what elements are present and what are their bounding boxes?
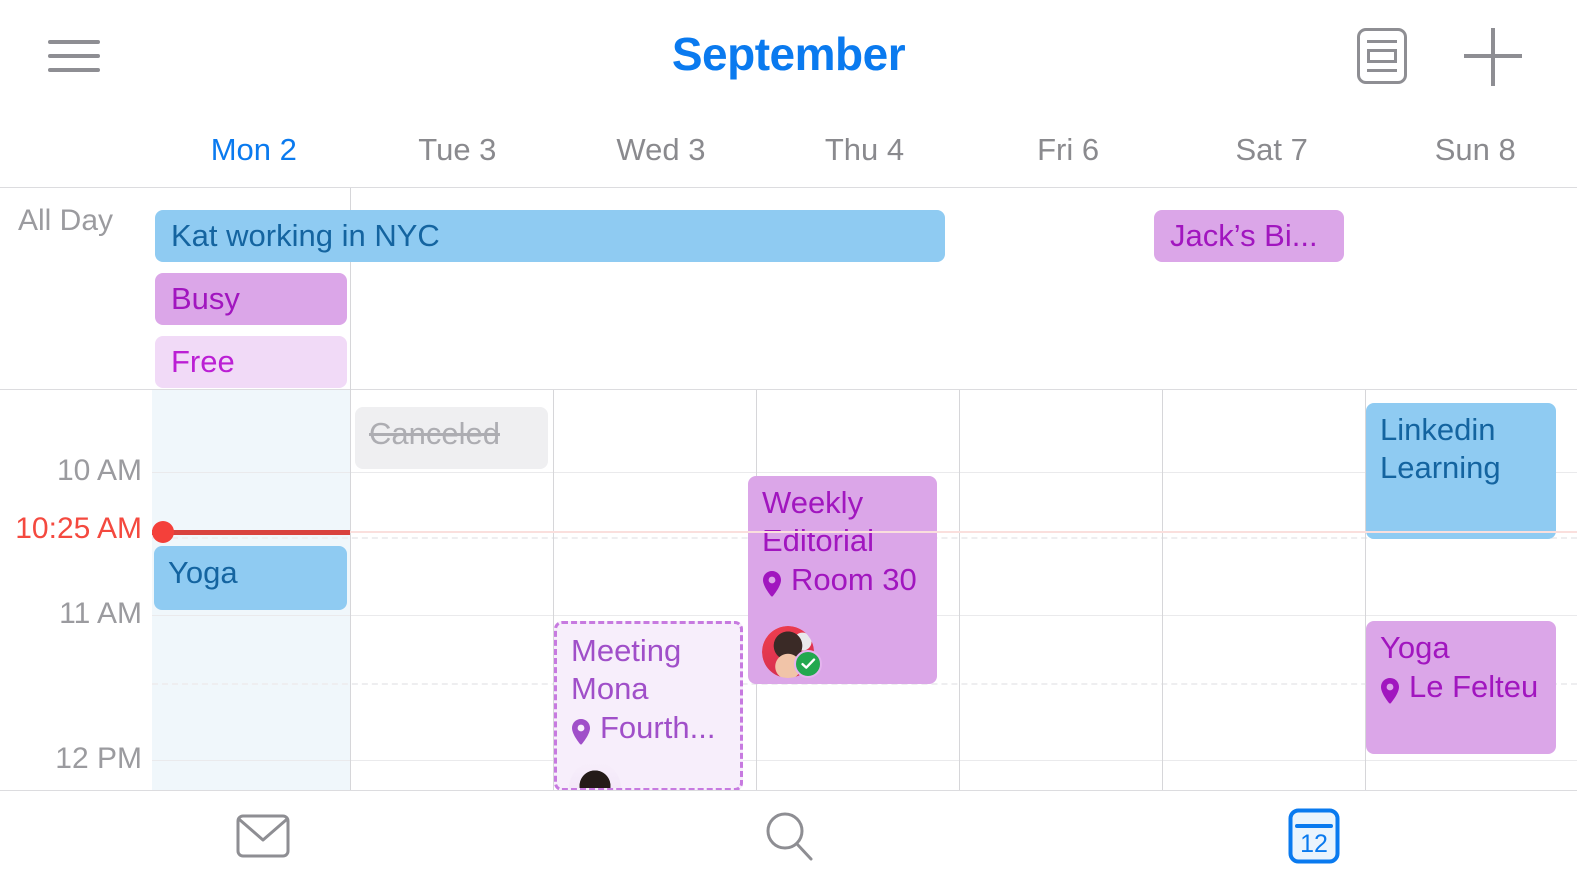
envelope-icon	[236, 814, 290, 863]
current-time-line	[152, 531, 1577, 533]
day-header-tue[interactable]: Tue 3	[356, 113, 560, 187]
all-day-label: All Day	[18, 204, 114, 237]
column-divider	[959, 390, 960, 790]
view-icon-box	[1367, 49, 1397, 63]
all-day-event-jacks-birthday[interactable]: Jack’s Bi...	[1154, 210, 1344, 262]
event-location-text: Room 30	[791, 562, 917, 597]
current-time-line-today	[152, 530, 350, 535]
all-day-grid: Kat working in NYC Busy Free Jack’s Bi..…	[152, 188, 1577, 390]
day-header-sat[interactable]: Sat 7	[1170, 113, 1374, 187]
event-location: Fourth...	[571, 708, 728, 748]
location-pin-icon	[762, 567, 782, 597]
time-gutter: 10 AM 10:25 AM 11 AM 12 PM	[0, 390, 152, 790]
hour-label-12pm: 12 PM	[55, 742, 142, 775]
column-divider	[1162, 390, 1163, 790]
gridline-hour-10am	[152, 472, 1577, 473]
current-time-label: 10:25 AM	[15, 512, 142, 545]
location-pin-icon	[1380, 674, 1400, 704]
event-title: Yoga	[168, 555, 238, 590]
time-grid-columns: Canceled Yoga Weekly Editorial Room 30 M…	[152, 390, 1577, 790]
time-grid: Canceled Yoga Weekly Editorial Room 30 M…	[0, 390, 1577, 790]
day-header-row: Mon 2 Tue 3 Wed 3 Thu 4 Fri 6 Sat 7 Sun …	[0, 113, 1577, 187]
event-canceled[interactable]: Canceled	[355, 407, 548, 469]
tab-mail[interactable]	[0, 791, 526, 886]
day-header-thu[interactable]: Thu 4	[763, 113, 967, 187]
event-title: Meeting Mona	[571, 633, 682, 706]
plus-icon[interactable]	[1464, 28, 1522, 86]
all-day-section: All Day Kat working in NYC Busy Free Jac…	[0, 187, 1577, 390]
avatar	[569, 762, 621, 788]
event-title: Yoga	[1380, 630, 1450, 665]
day-header-wed[interactable]: Wed 3	[559, 113, 763, 187]
event-location-text: Le Felteu	[1409, 669, 1539, 704]
event-yoga-mon[interactable]: Yoga	[154, 546, 347, 610]
view-icon-line	[1367, 40, 1397, 43]
tab-search[interactable]	[526, 791, 1052, 886]
attendee-accepted-badge	[794, 650, 822, 678]
event-title: Weekly Editorial	[762, 485, 874, 558]
event-title: Canceled	[369, 416, 500, 451]
bottom-tab-bar: 12	[0, 790, 1577, 886]
event-yoga-sat[interactable]: Yoga Le Felteu	[1366, 621, 1556, 754]
day-header-fri[interactable]: Fri 6	[966, 113, 1170, 187]
hour-label-10am: 10 AM	[56, 454, 142, 487]
day-header-gutter	[0, 113, 152, 187]
all-day-event-free[interactable]: Free	[155, 336, 347, 388]
day-header-mon[interactable]: Mon 2	[152, 113, 356, 187]
column-divider	[350, 390, 351, 790]
event-location: Room 30	[762, 560, 925, 600]
event-title: Linkedin Learning	[1380, 412, 1501, 485]
avatar-image	[569, 762, 621, 788]
gridline-hour-12pm	[152, 760, 1577, 761]
view-icon-line	[1367, 69, 1397, 72]
event-meeting-mona[interactable]: Meeting Mona Fourth...	[554, 621, 743, 790]
all-day-event-kat-working[interactable]: Kat working in NYC	[155, 210, 945, 262]
calendar-icon: 12	[1288, 808, 1340, 869]
day-header-columns: Mon 2 Tue 3 Wed 3 Thu 4 Fri 6 Sat 7 Sun …	[152, 113, 1577, 187]
tab-calendar[interactable]: 12	[1051, 791, 1577, 886]
list-view-icon[interactable]	[1357, 28, 1407, 84]
top-navigation-bar: September	[0, 0, 1577, 113]
svg-text:12: 12	[1300, 830, 1328, 858]
hour-label-11am: 11 AM	[59, 597, 142, 630]
day-header-sun[interactable]: Sun 8	[1373, 113, 1577, 187]
event-linkedin-learning[interactable]: Linkedin Learning	[1366, 403, 1556, 539]
search-icon	[761, 808, 817, 869]
event-weekly-editorial[interactable]: Weekly Editorial Room 30	[748, 476, 937, 684]
location-pin-icon	[571, 715, 591, 745]
page-title: September	[671, 28, 906, 80]
current-time-dot	[152, 521, 174, 543]
event-location: Le Felteu	[1380, 667, 1544, 707]
event-location-text: Fourth...	[600, 710, 716, 745]
all-day-event-busy[interactable]: Busy	[155, 273, 347, 325]
